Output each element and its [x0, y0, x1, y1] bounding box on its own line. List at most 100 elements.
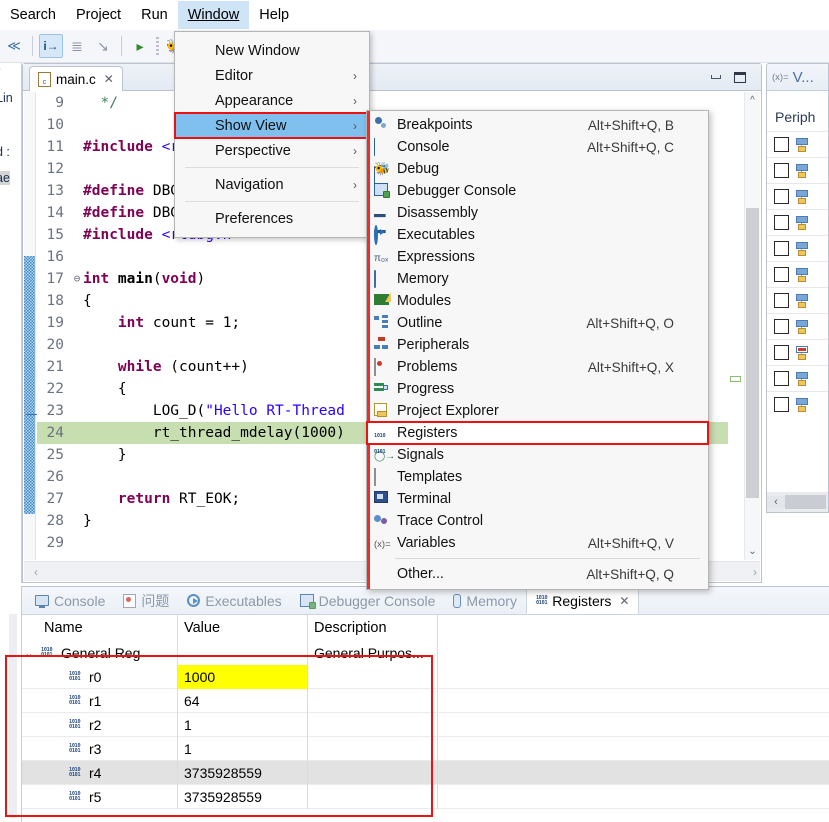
- register-row[interactable]: 1010 0101 r0 1000: [22, 664, 829, 689]
- peripheral-row[interactable]: [767, 339, 828, 365]
- fold-marker-icon[interactable]: [71, 378, 83, 400]
- run-icon[interactable]: ▸: [128, 34, 152, 58]
- bottom-tab-registers[interactable]: 1010 0101 Registers ✕: [525, 588, 640, 614]
- skip-breakpoints-icon[interactable]: i→: [39, 34, 63, 58]
- fold-marker-icon[interactable]: [71, 246, 83, 268]
- show-view-item-progress[interactable]: Progress: [367, 378, 708, 400]
- show-view-item-console[interactable]: Console Alt+Shift+Q, C: [367, 136, 708, 184]
- show-view-item-outline[interactable]: Outline Alt+Shift+Q, O: [367, 312, 708, 334]
- show-view-item-problems[interactable]: Problems Alt+Shift+Q, X: [367, 356, 708, 378]
- peripheral-checkbox[interactable]: [774, 267, 789, 282]
- fold-marker-icon[interactable]: [71, 422, 83, 444]
- fold-marker-icon[interactable]: [71, 180, 83, 202]
- show-view-item-debugger-console[interactable]: Debugger Console: [367, 180, 708, 202]
- show-view-item-modules[interactable]: Modules: [367, 290, 708, 312]
- peripheral-row[interactable]: [767, 235, 828, 261]
- column-header-description[interactable]: Description: [307, 615, 437, 641]
- bottom-left-scrollbar[interactable]: [9, 614, 17, 818]
- menu-help[interactable]: Help: [249, 1, 299, 29]
- register-value-cell[interactable]: 1000: [177, 664, 307, 689]
- peripheral-checkbox[interactable]: [774, 241, 789, 256]
- peripheral-row[interactable]: [767, 287, 828, 313]
- peripheral-row[interactable]: [767, 131, 828, 157]
- fold-marker-icon[interactable]: [71, 136, 83, 158]
- show-view-item-terminal[interactable]: Terminal: [367, 488, 708, 510]
- fold-marker-icon[interactable]: [71, 510, 83, 532]
- show-view-item-templates[interactable]: Templates: [367, 466, 708, 488]
- bottom-tab-debugger-console[interactable]: Debugger Console: [291, 588, 445, 614]
- editor-maximize-button[interactable]: [731, 69, 749, 85]
- register-row[interactable]: 1010 0101 r4 3735928559: [22, 760, 829, 785]
- fold-marker-icon[interactable]: [71, 356, 83, 378]
- register-value-cell[interactable]: 1: [177, 712, 307, 737]
- menu-project[interactable]: Project: [66, 1, 131, 29]
- show-view-item-disassembly[interactable]: ■■■■ ■■■■ Disassembly: [367, 202, 708, 235]
- column-header-value[interactable]: Value: [177, 615, 307, 641]
- bottom-tab-memory[interactable]: Memory: [444, 588, 526, 614]
- register-value-cell[interactable]: 64: [177, 688, 307, 713]
- register-row[interactable]: 1010 0101 r1 64: [22, 688, 829, 713]
- menu-run[interactable]: Run: [131, 1, 178, 29]
- peripheral-row[interactable]: [767, 365, 828, 391]
- peripheral-row[interactable]: [767, 209, 828, 235]
- editor-vertical-scrollbar[interactable]: ^ ⌄: [744, 92, 760, 560]
- show-view-item-breakpoints[interactable]: Breakpoints Alt+Shift+Q, B: [367, 114, 708, 136]
- scroll-up-icon[interactable]: ^: [745, 92, 760, 109]
- show-view-item-signals[interactable]: ◯→ Signals: [367, 444, 708, 466]
- window-menu-item-navigation[interactable]: Navigation ›: [175, 172, 369, 197]
- peripheral-row[interactable]: [767, 183, 828, 209]
- fold-marker-icon[interactable]: [71, 224, 83, 246]
- show-view-item-trace-control[interactable]: Trace Control: [367, 510, 708, 532]
- fold-marker-icon[interactable]: [71, 114, 83, 136]
- expand-twisty-icon[interactable]: ⌄: [22, 647, 36, 660]
- close-icon[interactable]: ✕: [104, 72, 114, 86]
- menu-window[interactable]: Window: [177, 1, 250, 29]
- scroll-left-icon[interactable]: ‹: [767, 496, 785, 508]
- peripheral-checkbox[interactable]: [774, 345, 789, 360]
- column-header-name[interactable]: Name: [22, 620, 177, 636]
- scroll-left-icon[interactable]: ‹: [24, 565, 48, 579]
- register-row[interactable]: 1010 0101 r5 3735928559: [22, 784, 829, 809]
- show-view-item-other-[interactable]: Other... Alt+Shift+Q, Q: [367, 563, 708, 585]
- fold-marker-icon[interactable]: [71, 334, 83, 356]
- peripheral-checkbox[interactable]: [774, 371, 789, 386]
- scroll-down-icon[interactable]: ⌄: [745, 543, 760, 560]
- register-row[interactable]: 1010 0101 r3 1: [22, 736, 829, 761]
- peripheral-checkbox[interactable]: [774, 397, 789, 412]
- show-view-item-peripherals[interactable]: Peripherals: [367, 334, 708, 356]
- fold-marker-icon[interactable]: [71, 158, 83, 180]
- close-icon[interactable]: ✕: [619, 594, 629, 608]
- scrollbar-thumb[interactable]: [785, 495, 826, 509]
- registers-group-row[interactable]: ⌄ 1010 0101 General Reg General Purpos...: [22, 641, 829, 665]
- peripheral-row[interactable]: [767, 157, 828, 183]
- fold-marker-icon[interactable]: [71, 290, 83, 312]
- show-view-item-memory[interactable]: Memory: [367, 268, 708, 290]
- peripheral-row[interactable]: [767, 391, 828, 417]
- editor-minimize-button[interactable]: [707, 69, 725, 85]
- show-view-item-project-explorer[interactable]: Project Explorer: [367, 400, 708, 422]
- right-panel-tab-label[interactable]: V...: [793, 69, 814, 86]
- show-view-item-debug[interactable]: 🐝 Debug: [367, 158, 708, 180]
- show-view-item-variables[interactable]: (x)= Variables Alt+Shift+Q, V: [367, 532, 708, 554]
- step-return-icon[interactable]: ↘: [91, 34, 115, 58]
- fold-marker-icon[interactable]: [71, 202, 83, 224]
- step-into-selection-icon[interactable]: ≣: [65, 34, 89, 58]
- register-row[interactable]: 1010 0101 r2 1: [22, 712, 829, 737]
- scrollbar-thumb[interactable]: [746, 208, 759, 498]
- toolbar-prev-icon[interactable]: ≪: [2, 34, 26, 58]
- bottom-tab-问题[interactable]: 问题: [114, 588, 178, 614]
- window-menu-item-preferences[interactable]: Preferences: [175, 206, 369, 231]
- show-view-item-executables[interactable]: Executables: [367, 224, 708, 246]
- peripheral-checkbox[interactable]: [774, 189, 789, 204]
- editor-tab-main-c[interactable]: c main.c ✕: [29, 66, 123, 91]
- peripherals-horizontal-scrollbar[interactable]: ‹: [767, 492, 828, 512]
- fold-marker-icon[interactable]: [71, 532, 83, 554]
- fold-marker-icon[interactable]: ⊖: [71, 268, 83, 290]
- window-menu-item-perspective[interactable]: Perspective ›: [175, 138, 369, 163]
- bottom-tab-executables[interactable]: Executables: [178, 588, 290, 614]
- show-view-item-expressions[interactable]: π₀ₓ Expressions: [367, 246, 708, 268]
- fold-marker-icon[interactable]: [71, 92, 83, 114]
- window-menu-item-appearance[interactable]: Appearance ›: [175, 88, 369, 113]
- peripheral-row[interactable]: [767, 313, 828, 339]
- window-menu-item-show-view[interactable]: Show View ›: [174, 112, 370, 139]
